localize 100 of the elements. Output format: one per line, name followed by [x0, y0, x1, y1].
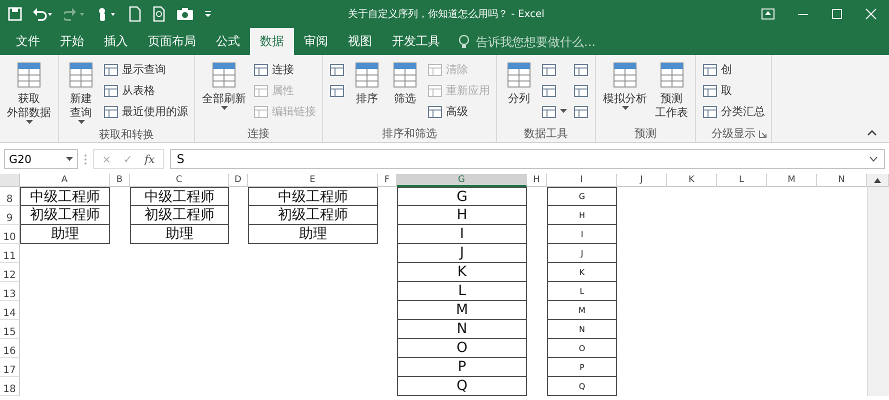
column-header[interactable]: H — [527, 174, 547, 187]
table-cell: J — [547, 244, 617, 263]
column-header[interactable]: D — [229, 174, 248, 187]
row-header[interactable]: 14 — [0, 301, 20, 320]
table-cell: M — [547, 301, 617, 320]
ribbon-button[interactable]: 预测 工作表 — [652, 58, 691, 122]
camera-icon[interactable] — [176, 7, 194, 21]
row-header[interactable]: 17 — [0, 358, 20, 377]
expand-icon[interactable] — [869, 156, 878, 162]
row-header[interactable]: 12 — [0, 263, 20, 282]
table-cell: 中级工程师 — [248, 187, 378, 206]
scroll-up-icon[interactable] — [873, 176, 882, 184]
ribbon-tab[interactable]: 公式 — [206, 28, 250, 55]
column-header[interactable]: E — [248, 174, 378, 187]
table-cell: H — [397, 206, 527, 225]
column-header[interactable]: K — [667, 174, 717, 187]
row-header[interactable]: 16 — [0, 339, 20, 358]
ribbon-button[interactable]: 模拟分析 — [600, 58, 650, 113]
print-preview-icon[interactable] — [152, 6, 166, 22]
table-cell: M — [397, 301, 527, 320]
ribbon-button[interactable]: 分类汇总 — [700, 102, 767, 121]
table-icon — [253, 62, 269, 78]
table-cell: 初级工程师 — [248, 206, 378, 225]
collapse-ribbon-icon[interactable] — [867, 129, 877, 136]
ribbon-button[interactable]: 高级 — [425, 102, 492, 121]
ribbon-button[interactable]: 排序 — [349, 58, 385, 108]
table-cell: L — [547, 282, 617, 301]
row-header[interactable]: 15 — [0, 320, 20, 339]
table-cell: 助理 — [130, 225, 229, 244]
table-cell: 初级工程师 — [20, 206, 110, 225]
ribbon-button[interactable]: 显示查询 — [101, 60, 190, 79]
group-label: 连接 — [248, 126, 270, 140]
dialog-launcher-icon[interactable] — [759, 130, 767, 138]
column-header[interactable]: C — [130, 174, 229, 187]
column-header[interactable]: I — [547, 174, 617, 187]
column-header[interactable]: F — [378, 174, 397, 187]
column-header[interactable]: L — [717, 174, 767, 187]
table-icon — [427, 104, 443, 120]
table-cell: K — [397, 263, 527, 282]
column-header[interactable]: G — [397, 174, 527, 187]
formula-button[interactable]: fx — [140, 152, 159, 166]
table-cell: 中级工程师 — [20, 187, 110, 206]
column-header[interactable]: B — [110, 174, 130, 187]
table-icon — [427, 62, 443, 78]
ribbon-button[interactable]: 创 — [700, 60, 767, 79]
ribbon-display-icon[interactable] — [761, 8, 775, 20]
row-header[interactable]: 8 — [0, 187, 20, 206]
table-icon — [573, 104, 589, 120]
row-header[interactable]: 11 — [0, 244, 20, 263]
row-header[interactable]: 9 — [0, 206, 20, 225]
ribbon-button[interactable]: 筛选 — [387, 58, 423, 108]
maximize-icon[interactable] — [831, 8, 843, 20]
name-box[interactable]: G20 — [4, 149, 78, 169]
save-icon[interactable] — [8, 7, 22, 21]
table-icon — [573, 82, 589, 98]
ribbon-tab[interactable]: 审阅 — [294, 28, 338, 55]
tell-me-field[interactable]: 告诉我您想要做什么... — [474, 34, 638, 50]
table-icon — [702, 62, 718, 78]
ribbon-tab[interactable]: 开发工具 — [382, 28, 450, 55]
group-label: 数据工具 — [524, 126, 568, 140]
ribbon-button[interactable]: 获取 外部数据 — [4, 58, 54, 127]
ribbon-button[interactable]: 全部刷新 — [199, 58, 249, 113]
ribbon-button[interactable]: 最近使用的源 — [101, 102, 190, 121]
row-header[interactable]: 13 — [0, 282, 20, 301]
ribbon-tab[interactable]: 插入 — [94, 28, 138, 55]
ribbon-tab[interactable]: 开始 — [50, 28, 94, 55]
column-header[interactable]: A — [20, 174, 110, 187]
row-header[interactable]: 10 — [0, 225, 20, 244]
lightbulb-icon — [458, 34, 470, 50]
table-cell: 中级工程师 — [130, 187, 229, 206]
new-document-icon[interactable] — [128, 6, 142, 22]
column-header[interactable]: J — [617, 174, 667, 187]
undo-icon[interactable] — [32, 7, 54, 21]
ribbon-tab[interactable]: 视图 — [338, 28, 382, 55]
table-cell: G — [547, 187, 617, 206]
table-cell: O — [547, 339, 617, 358]
ribbon-button[interactable]: 分列 — [501, 58, 537, 108]
table-icon — [541, 104, 557, 120]
close-icon[interactable] — [865, 8, 877, 20]
row-header[interactable]: 18 — [0, 377, 20, 396]
grip-icon — [84, 154, 87, 164]
table-cell: 助理 — [248, 225, 378, 244]
table-cell: G — [397, 187, 527, 206]
table-cell: P — [397, 358, 527, 377]
vertical-scrollbar[interactable] — [867, 187, 889, 396]
table-cell: N — [397, 320, 527, 339]
ribbon-button[interactable]: 取 — [700, 81, 767, 100]
ribbon-button[interactable]: 连接 — [251, 60, 318, 79]
ribbon-button[interactable]: 从表格 — [101, 81, 190, 100]
ribbon-tab[interactable]: 页面布局 — [138, 28, 206, 55]
ribbon-tab[interactable]: 文件 — [6, 28, 50, 55]
table-cell: 初级工程师 — [130, 206, 229, 225]
ribbon-button[interactable]: 新建 查询 — [63, 58, 99, 127]
table-cell: N — [547, 320, 617, 339]
ribbon-tab[interactable]: 数据 — [250, 28, 294, 55]
column-header[interactable]: N — [817, 174, 867, 187]
customize-caret-icon[interactable] — [204, 10, 212, 18]
column-header[interactable]: M — [767, 174, 817, 187]
table-cell: K — [547, 263, 617, 282]
formula-field[interactable]: S — [170, 149, 885, 169]
